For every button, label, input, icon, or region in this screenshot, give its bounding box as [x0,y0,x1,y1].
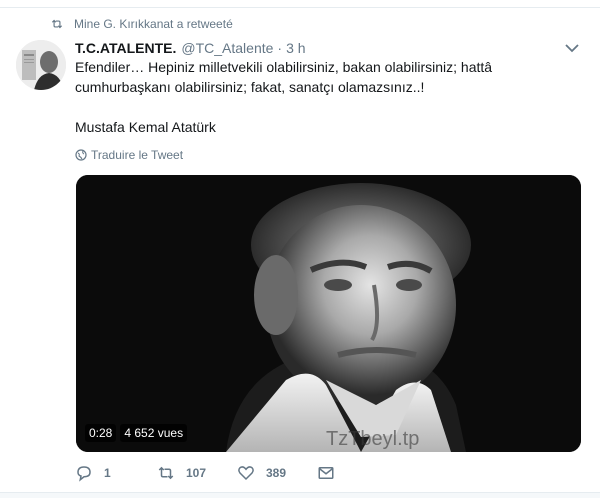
tweet-header: T.C.ATALENTE. @TC_Atalente · 3 h [75,38,306,58]
reply-count: 1 [104,466,111,480]
like-count: 389 [266,466,287,480]
header-separator: · [277,40,283,56]
svg-text:TzTbeyl.tp: TzTbeyl.tp [326,428,419,450]
tweet-text-line: cumhurbaşkanı olabilirsiniz; fakat, sana… [75,79,425,95]
translate-label: Traduire le Tweet [91,148,184,162]
tweet-text-line: Efendiler… Hepiniz milletvekili olabilir… [75,59,493,75]
direct-message-button[interactable] [317,464,335,482]
retweet-button[interactable]: 107 [157,464,206,482]
tweet-timestamp[interactable]: 3 h [286,40,305,56]
video-badge: 0:28 4 652 vues [85,423,188,443]
video-thumbnail: TzTbeyl.tp [76,175,581,452]
chevron-down-icon[interactable] [564,40,580,56]
avatar[interactable] [16,40,66,90]
avatar-image [16,40,66,90]
retweet-count: 107 [186,466,207,480]
video-player[interactable]: TzTbeyl.tp [76,175,581,452]
like-button[interactable]: 389 [237,464,286,482]
author-fullname[interactable]: T.C.ATALENTE. [75,40,176,56]
author-username[interactable]: @TC_Atalente [181,40,273,56]
translate-tweet-button[interactable]: Traduire le Tweet [75,147,183,163]
timeline-divider-bottom [0,492,600,498]
reply-button[interactable]: 1 [75,464,111,482]
video-views: 4 652 vues [120,424,188,442]
video-duration: 0:28 [85,424,117,442]
heart-icon [238,466,254,481]
retweeter-link[interactable]: Mine G. Kırıkkanat a retweeté [74,17,233,31]
reply-icon [77,466,91,482]
tweet-text: Efendiler… Hepiniz milletvekili olabilir… [75,57,555,137]
retweet-icon [51,19,63,29]
retweet-icon [158,466,174,480]
timeline-divider-top [0,0,600,8]
globe-icon [75,149,87,161]
tweet-signature: Mustafa Kemal Atatürk [75,119,216,135]
envelope-icon [318,467,334,479]
retweet-context: Mine G. Kırıkkanat a retweeté [50,15,233,33]
